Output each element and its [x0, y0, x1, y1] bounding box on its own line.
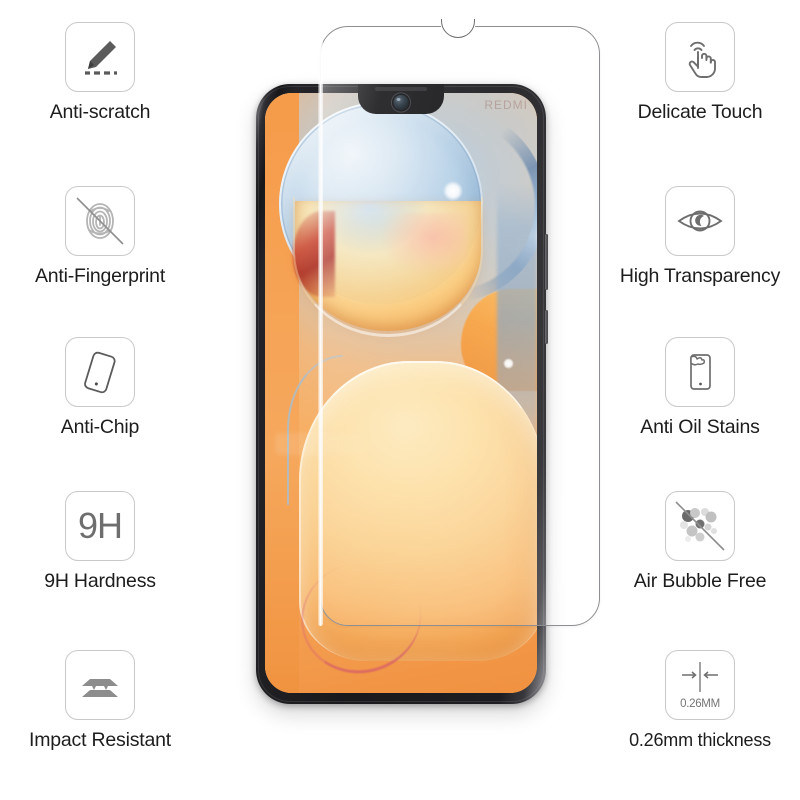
right-feature-column: Delicate Touch High Transparency Anti Oi…: [600, 0, 800, 800]
infographic-canvas: REDMI Anti-scratch Anti-Fingerprint Anti…: [0, 0, 800, 800]
feature-label: 9H Hardness: [44, 570, 156, 592]
phone-mockup: REDMI: [256, 84, 548, 704]
feature-label: Delicate Touch: [637, 101, 763, 123]
feature-thickness[interactable]: 0.26MM 0.26mm thickness: [600, 650, 800, 749]
feature-high-transparency[interactable]: High Transparency: [600, 186, 800, 287]
earpiece-speaker: [375, 87, 427, 91]
phone-screen: [265, 93, 537, 693]
fingerprint-slash-icon: [65, 186, 135, 256]
feature-impact-resistant[interactable]: Impact Resistant: [0, 650, 200, 751]
feature-delicate-touch[interactable]: Delicate Touch: [600, 22, 800, 123]
phone-tilted-icon: [65, 337, 135, 407]
hardness-9h-icon: 9H: [65, 491, 135, 561]
brand-ghost-text: REDMI: [484, 98, 528, 112]
feature-anti-oil-stains[interactable]: Anti Oil Stains: [600, 337, 800, 438]
feature-label: Anti-Chip: [60, 416, 140, 438]
phone-oil-stain-icon: [665, 337, 735, 407]
power-button[interactable]: [545, 310, 548, 344]
bubbles-slash-icon: [665, 491, 735, 561]
feature-label: Anti-Fingerprint: [34, 265, 166, 287]
wallpaper-faint-watermark: [275, 433, 365, 455]
feature-label: Impact Resistant: [28, 729, 172, 751]
glass-notch-cutout: [441, 19, 475, 38]
glass-notch-mask: [441, 14, 475, 27]
hardness-9h-text: 9H: [77, 505, 123, 546]
feature-label: 0.26mm thickness: [629, 730, 771, 750]
feature-label: Air Bubble Free: [633, 570, 767, 592]
wallpaper-specular-highlight-large: [443, 181, 463, 201]
wallpaper-specular-highlight-small: [503, 358, 514, 369]
thickness-arrows-icon: 0.26MM: [665, 650, 735, 720]
thickness-value-text: 0.26MM: [680, 698, 720, 710]
volume-button[interactable]: [545, 234, 548, 290]
phone-frame: REDMI: [256, 84, 546, 704]
feature-anti-fingerprint[interactable]: Anti-Fingerprint: [0, 186, 200, 287]
feature-label: Anti Oil Stains: [640, 416, 760, 438]
feature-air-bubble-free[interactable]: Air Bubble Free: [600, 491, 800, 592]
feature-label: Anti-scratch: [49, 101, 151, 123]
feature-label: High Transparency: [619, 265, 781, 287]
front-camera-icon: [393, 95, 409, 110]
feature-anti-chip[interactable]: Anti-Chip: [0, 337, 200, 438]
feature-anti-scratch[interactable]: Anti-scratch: [0, 22, 200, 123]
eye-icon: [665, 186, 735, 256]
touch-hand-icon: [665, 22, 735, 92]
left-feature-column: Anti-scratch Anti-Fingerprint Anti-Chip …: [0, 0, 200, 800]
layered-shield-icon: [65, 650, 135, 720]
feature-9h-hardness[interactable]: 9H 9H Hardness: [0, 491, 200, 592]
pen-scratch-icon: [65, 22, 135, 92]
